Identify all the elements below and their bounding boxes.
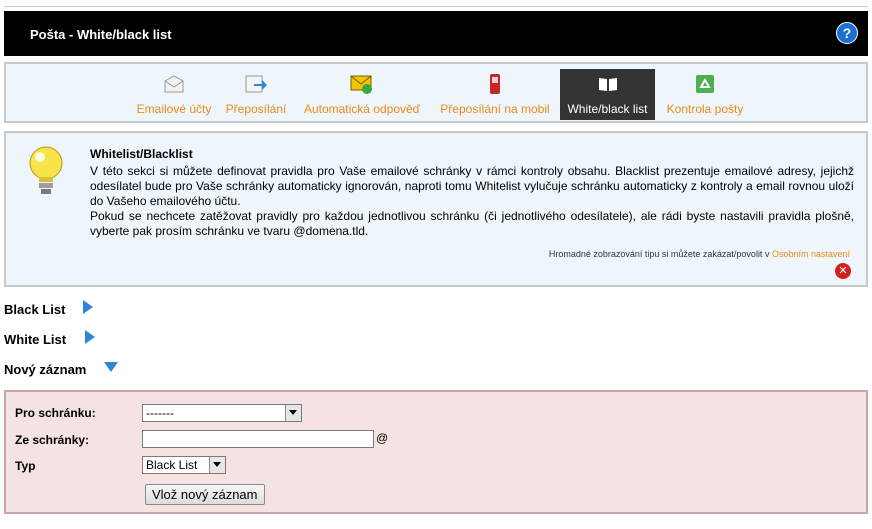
lightbulb-icon xyxy=(29,146,63,194)
mailbox-label: Pro schránku: xyxy=(15,406,96,420)
tip-text: V této sekci si můžete definovat pravidl… xyxy=(90,164,854,239)
tab-label: Emailové účty xyxy=(136,102,212,116)
tab-white-black-list[interactable]: White/black list xyxy=(560,69,655,120)
from-mailbox-input[interactable] xyxy=(142,430,374,448)
from-label: Ze schránky: xyxy=(15,433,90,447)
tab-label: Přeposílání na mobil xyxy=(440,102,550,116)
tab-autoreply[interactable]: Automatická odpověď xyxy=(296,69,428,120)
question-icon[interactable]: ? xyxy=(836,22,858,44)
hint-text: Hromadné zobrazování tipu si můžete zaká… xyxy=(548,249,772,259)
envelope-icon xyxy=(164,75,184,93)
white-list-toggle[interactable]: White List xyxy=(4,330,95,347)
page-title: Pošta - White/black list xyxy=(30,27,172,42)
at-sign: @ xyxy=(376,431,389,445)
new-record-toggle[interactable]: Nový záznam xyxy=(4,362,118,377)
page-header: Pošta - White/black list ? xyxy=(4,11,868,56)
triangle-down-icon xyxy=(104,362,118,372)
chevron-down-icon xyxy=(209,457,225,473)
type-select[interactable]: Black List xyxy=(142,456,226,474)
black-list-toggle[interactable]: Black List xyxy=(4,300,93,317)
recycle-icon xyxy=(696,75,714,93)
tab-label: Automatická odpověď xyxy=(303,102,421,116)
tip-paragraph: V této sekci si můžete definovat pravidl… xyxy=(90,164,854,208)
type-select-value: Black List xyxy=(146,458,198,472)
triangle-right-icon xyxy=(85,330,95,344)
book-icon xyxy=(598,78,617,91)
insert-record-button[interactable]: Vlož nový záznam xyxy=(145,484,265,505)
tab-label: Kontrola pošty xyxy=(666,102,744,116)
forward-icon xyxy=(245,75,267,93)
tab-forwarding[interactable]: Přeposílání xyxy=(221,69,291,120)
tip-paragraph: Pokud se nechcete zatěžovat pravidly pro… xyxy=(90,209,854,238)
personal-settings-link[interactable]: Osobním nastavení xyxy=(772,249,850,259)
type-label: Typ xyxy=(15,459,36,473)
close-icon[interactable]: ✕ xyxy=(835,263,851,279)
tab-email-accounts[interactable]: Emailové účty xyxy=(128,69,220,120)
black-list-heading: Black List xyxy=(4,302,66,317)
autoreply-icon xyxy=(350,75,372,94)
tip-hint: Hromadné zobrazování tipu si můžete zaká… xyxy=(549,249,850,259)
mobile-icon xyxy=(490,74,500,94)
tab-label: White/black list xyxy=(567,102,648,116)
tab-mail-check[interactable]: Kontrola pošty xyxy=(661,69,749,120)
chevron-down-icon xyxy=(285,405,301,421)
new-record-form: Pro schránku: ------- Ze schránky: @ Typ… xyxy=(4,390,868,514)
tip-title: Whitelist/Blacklist xyxy=(90,147,193,161)
tip-panel: Whitelist/Blacklist V této sekci si může… xyxy=(4,131,868,287)
mailbox-select[interactable]: ------- xyxy=(142,404,302,422)
tab-mobile-forwarding[interactable]: Přeposílání na mobil xyxy=(434,69,556,120)
new-record-heading: Nový záznam xyxy=(4,362,87,377)
white-list-heading: White List xyxy=(4,332,67,347)
top-divider xyxy=(4,6,868,7)
mailbox-select-value: ------- xyxy=(146,406,174,420)
tab-label: Přeposílání xyxy=(225,102,287,116)
triangle-right-icon xyxy=(83,300,93,314)
tab-bar: Emailové účty Přeposílání Automatická od… xyxy=(4,62,868,123)
